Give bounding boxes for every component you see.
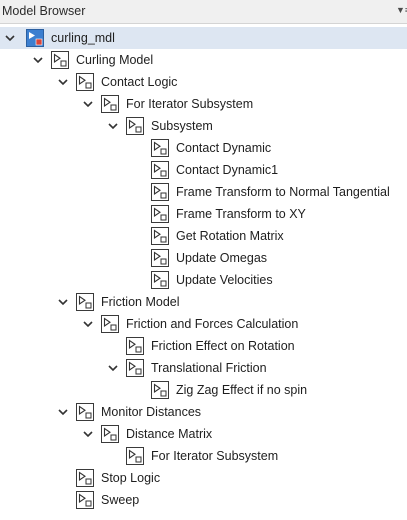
subsystem-icon [151, 139, 169, 157]
tree-node-label: For Iterator Subsystem [126, 97, 254, 111]
tree-node-label: Update Velocities [176, 273, 273, 287]
subsystem-icon [76, 469, 94, 487]
tree-node[interactable]: For Iterator Subsystem [0, 93, 407, 115]
chevron-down-icon[interactable] [4, 32, 16, 44]
tree-node-label: Friction and Forces Calculation [126, 317, 299, 331]
tree-node[interactable]: Update Velocities [0, 269, 407, 291]
tree-node[interactable]: Friction and Forces Calculation [0, 313, 407, 335]
model-icon [26, 29, 44, 47]
tree-node-label: Friction Model [101, 295, 180, 309]
tree-node-label: Curling Model [76, 53, 154, 67]
tree-node-label: Contact Dynamic [176, 141, 272, 155]
tree-node[interactable]: Frame Transform to Normal Tangential [0, 181, 407, 203]
model-browser-panel: Model Browser ▼≡ curling_mdl Curling Mod… [0, 0, 407, 520]
model-tree: curling_mdl Curling Model Contact Logic … [0, 27, 407, 511]
subsystem-icon [101, 425, 119, 443]
subsystem-icon [151, 227, 169, 245]
subsystem-icon [126, 359, 144, 377]
subsystem-icon [151, 205, 169, 223]
chevron-down-icon[interactable] [107, 120, 119, 132]
chevron-down-icon[interactable] [57, 406, 69, 418]
tree-node[interactable]: Get Rotation Matrix [0, 225, 407, 247]
tree-node[interactable]: Subsystem [0, 115, 407, 137]
tree-node[interactable]: Friction Model [0, 291, 407, 313]
subsystem-icon [76, 293, 94, 311]
chevron-down-icon[interactable] [57, 76, 69, 88]
panel-header: Model Browser ▼≡ [0, 0, 407, 24]
tree-node-label: Monitor Distances [101, 405, 202, 419]
subsystem-icon [126, 447, 144, 465]
tree-node[interactable]: Distance Matrix [0, 423, 407, 445]
subsystem-icon [76, 491, 94, 509]
chevron-down-icon[interactable] [82, 318, 94, 330]
tree-node[interactable]: Zig Zag Effect if no spin [0, 379, 407, 401]
tree-node-label: Get Rotation Matrix [176, 229, 284, 243]
subsystem-icon [151, 271, 169, 289]
tree-node[interactable]: Friction Effect on Rotation [0, 335, 407, 357]
chevron-down-icon[interactable] [57, 296, 69, 308]
dropdown-menu-icon[interactable]: ▼≡ [396, 3, 407, 17]
tree-node-label: Contact Dynamic1 [176, 163, 279, 177]
chevron-down-icon[interactable] [82, 98, 94, 110]
tree-node-label: Subsystem [151, 119, 213, 133]
subsystem-icon [151, 161, 169, 179]
tree-node-label: Zig Zag Effect if no spin [176, 383, 308, 397]
subsystem-icon [101, 95, 119, 113]
tree-node-label: curling_mdl [51, 31, 115, 45]
tree-node[interactable]: Curling Model [0, 49, 407, 71]
subsystem-icon [151, 249, 169, 267]
subsystem-icon [51, 51, 69, 69]
panel-title: Model Browser [2, 4, 86, 18]
tree-node[interactable]: Contact Logic [0, 71, 407, 93]
subsystem-icon [101, 315, 119, 333]
tree-node[interactable]: Stop Logic [0, 467, 407, 489]
tree-node-label: Update Omegas [176, 251, 268, 265]
chevron-down-icon[interactable] [32, 54, 44, 66]
tree-node[interactable]: Contact Dynamic [0, 137, 407, 159]
tree-node-label: For Iterator Subsystem [151, 449, 279, 463]
tree-node-label: Frame Transform to Normal Tangential [176, 185, 390, 199]
tree-node[interactable]: Monitor Distances [0, 401, 407, 423]
tree-node-label: Sweep [101, 493, 140, 507]
tree-node-label: Distance Matrix [126, 427, 213, 441]
tree-node[interactable]: Update Omegas [0, 247, 407, 269]
chevron-down-icon[interactable] [82, 428, 94, 440]
tree-node-label: Frame Transform to XY [176, 207, 306, 221]
subsystem-icon [126, 337, 144, 355]
tree-node[interactable]: curling_mdl [0, 27, 407, 49]
tree-node[interactable]: Contact Dynamic1 [0, 159, 407, 181]
subsystem-icon [151, 183, 169, 201]
subsystem-icon [151, 381, 169, 399]
tree-node[interactable]: Translational Friction [0, 357, 407, 379]
tree-node-label: Stop Logic [101, 471, 161, 485]
chevron-down-icon[interactable] [107, 362, 119, 374]
subsystem-icon [76, 73, 94, 91]
tree-node-label: Translational Friction [151, 361, 267, 375]
tree-node-label: Friction Effect on Rotation [151, 339, 295, 353]
subsystem-icon [76, 403, 94, 421]
subsystem-icon [126, 117, 144, 135]
tree-node-label: Contact Logic [101, 75, 178, 89]
tree-node[interactable]: Frame Transform to XY [0, 203, 407, 225]
tree-node[interactable]: Sweep [0, 489, 407, 511]
tree-node[interactable]: For Iterator Subsystem [0, 445, 407, 467]
